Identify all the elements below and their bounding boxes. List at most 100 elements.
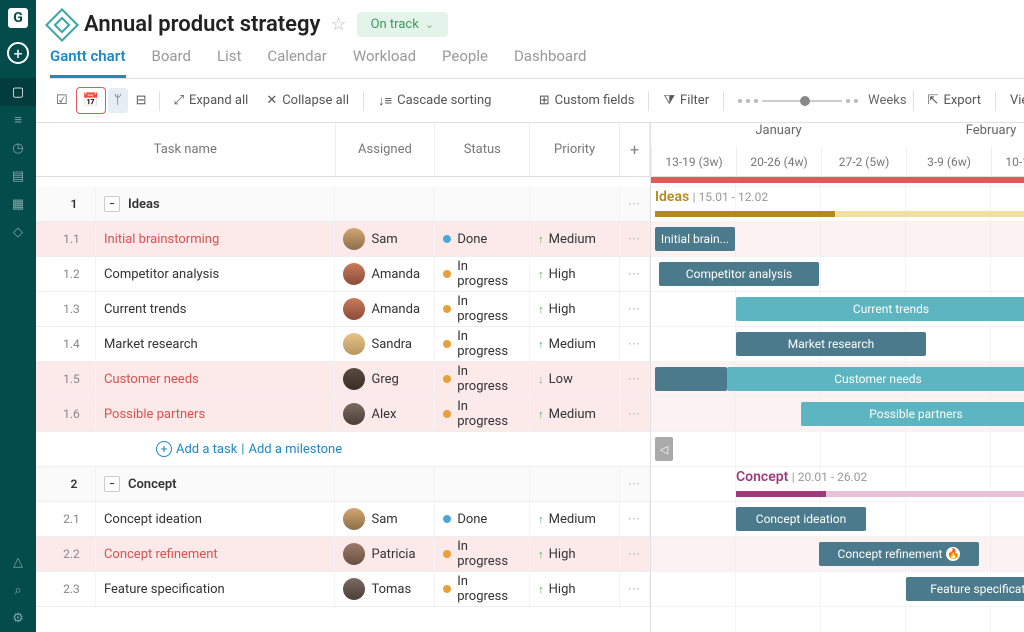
sidebar-item-settings[interactable]: ⚙ — [0, 604, 36, 632]
task-name-cell[interactable]: Possible partners — [96, 397, 336, 431]
checkbox-toggle[interactable]: ☑ — [50, 88, 74, 113]
custom-fields-button[interactable]: ⊞Custom fields — [531, 88, 643, 113]
add-column-button[interactable]: + — [620, 123, 650, 176]
zoom-slider[interactable] — [738, 99, 858, 103]
task-status[interactable]: Done — [435, 502, 530, 536]
row-menu[interactable]: ⋯ — [620, 397, 650, 431]
task-assignee[interactable]: Amanda — [335, 257, 435, 291]
gantt-bar[interactable]: Possible partners — [801, 402, 1024, 426]
tab-board[interactable]: Board — [152, 47, 191, 78]
row-menu[interactable]: ⋯ — [620, 362, 650, 396]
task-assignee[interactable]: Amanda — [335, 292, 435, 326]
row-menu[interactable]: ⋯ — [620, 292, 650, 326]
gantt-bar[interactable]: Current trends — [736, 297, 1024, 321]
tab-calendar[interactable]: Calendar — [267, 47, 327, 78]
task-status[interactable]: In progress — [435, 537, 530, 571]
cascade-sorting-button[interactable]: ↓≡Cascade sorting — [370, 88, 499, 114]
collapse-toggle[interactable]: − — [104, 196, 120, 212]
task-assignee[interactable]: Sandra — [335, 327, 435, 361]
task-priority[interactable]: ↑Medium — [530, 397, 620, 431]
sidebar-item-search[interactable]: ⌕ — [0, 576, 36, 604]
task-name-cell[interactable]: Feature specification — [96, 572, 336, 606]
gantt-bar[interactable]: Market research — [736, 332, 926, 356]
task-name-cell[interactable]: Customer needs — [96, 362, 336, 396]
gantt-bar[interactable]: Concept refinement🔥 — [819, 542, 979, 566]
gantt-bar[interactable]: Competitor analysis — [659, 262, 819, 286]
sidebar-item-grid[interactable]: ▦ — [0, 190, 36, 218]
task-name-cell[interactable]: Market research — [96, 327, 336, 361]
row-menu[interactable]: ⋯ — [620, 572, 650, 606]
gantt-bar[interactable]: Concept ideation — [736, 507, 866, 531]
gantt-bar[interactable]: Customer needs — [727, 367, 1024, 391]
task-priority[interactable]: ↑High — [530, 257, 620, 291]
column-task-name[interactable]: Task name — [36, 123, 336, 176]
tab-dashboard[interactable]: Dashboard — [514, 47, 587, 78]
task-assignee[interactable]: Greg — [335, 362, 435, 396]
task-assignee[interactable]: Tomas — [335, 572, 435, 606]
row-menu[interactable]: ⋯ — [620, 467, 650, 501]
add-button[interactable]: + — [7, 42, 29, 64]
expand-all-button[interactable]: ⤢Expand all — [166, 88, 257, 113]
tab-workload[interactable]: Workload — [353, 47, 416, 78]
today-button[interactable]: 📅 — [76, 87, 106, 114]
view-dropdown[interactable]: View ⌄ — [1002, 88, 1024, 113]
row-menu[interactable]: ⋯ — [620, 327, 650, 361]
task-status[interactable]: In progress — [435, 572, 530, 606]
row-menu[interactable]: ⋯ — [620, 257, 650, 291]
task-assignee[interactable]: Patricia — [335, 537, 435, 571]
column-priority[interactable]: Priority — [530, 123, 620, 176]
columns-button[interactable]: ⊟ — [130, 88, 153, 113]
task-status[interactable]: In progress — [435, 327, 530, 361]
sidebar-item-doc[interactable]: ▤ — [0, 162, 36, 190]
task-assignee[interactable]: Alex — [335, 397, 435, 431]
task-status[interactable]: In progress — [435, 362, 530, 396]
task-name-cell[interactable]: Concept refinement — [96, 537, 336, 571]
gantt-bar[interactable]: Feature specification — [906, 577, 1024, 601]
task-name-cell[interactable]: Competitor analysis — [96, 257, 336, 291]
tab-list[interactable]: List — [217, 47, 241, 78]
task-status[interactable]: In progress — [435, 292, 530, 326]
add-task-button[interactable]: Add a task — [176, 442, 237, 457]
collapse-toggle[interactable]: − — [104, 476, 120, 492]
task-name-cell[interactable]: Concept ideation — [96, 502, 336, 536]
favorite-star-icon[interactable]: ☆ — [330, 14, 346, 35]
row-menu[interactable]: ⋯ — [620, 502, 650, 536]
row-menu[interactable]: ⋯ — [620, 537, 650, 571]
sidebar-item-time[interactable]: ◷ — [0, 134, 36, 162]
gantt-bar[interactable]: Initial brain... — [655, 227, 735, 251]
export-button[interactable]: ⇱Export — [920, 88, 989, 113]
tab-gantt-chart[interactable]: Gantt chart — [50, 47, 126, 78]
sidebar-item-bell[interactable]: △ — [0, 548, 36, 576]
task-status[interactable]: Done — [435, 222, 530, 256]
task-assignee[interactable]: Sam — [335, 222, 435, 256]
collapse-all-button[interactable]: ✕Collapse all — [258, 88, 357, 113]
task-status[interactable]: In progress — [435, 257, 530, 291]
task-priority[interactable]: ↓Low — [530, 362, 620, 396]
group-name-cell[interactable]: −Concept — [96, 467, 336, 501]
sidebar-item-folder[interactable]: ▢ — [0, 78, 36, 106]
column-status[interactable]: Status — [435, 123, 530, 176]
sidebar-item-chat[interactable]: ◇ — [0, 218, 36, 246]
task-status[interactable]: In progress — [435, 397, 530, 431]
task-priority[interactable]: ↑Medium — [530, 222, 620, 256]
task-assignee[interactable]: Sam — [335, 502, 435, 536]
tab-people[interactable]: People — [442, 47, 488, 78]
task-priority[interactable]: ↑Medium — [530, 502, 620, 536]
filter-button[interactable]: ⧩Filter — [655, 88, 717, 113]
add-milestone-button[interactable]: Add a milestone — [248, 442, 342, 457]
hierarchy-button[interactable]: ᛘ — [108, 88, 128, 113]
gantt-collapse-handle[interactable]: ◁ — [655, 437, 673, 461]
group-name-cell[interactable]: −Ideas — [96, 187, 336, 221]
status-dropdown[interactable]: On track — [357, 12, 448, 37]
row-menu[interactable]: ⋯ — [620, 222, 650, 256]
task-priority[interactable]: ↑High — [530, 537, 620, 571]
gantt-bar[interactable] — [655, 367, 727, 391]
task-priority[interactable]: ↑High — [530, 292, 620, 326]
row-menu[interactable]: ⋯ — [620, 187, 650, 221]
task-name-cell[interactable]: Initial brainstorming — [96, 222, 336, 256]
sidebar-item-list[interactable]: ≡ — [0, 106, 36, 134]
task-name-cell[interactable]: Current trends — [96, 292, 336, 326]
task-priority[interactable]: ↑High — [530, 572, 620, 606]
column-assigned[interactable]: Assigned — [336, 123, 436, 176]
task-priority[interactable]: ↑Medium — [530, 327, 620, 361]
